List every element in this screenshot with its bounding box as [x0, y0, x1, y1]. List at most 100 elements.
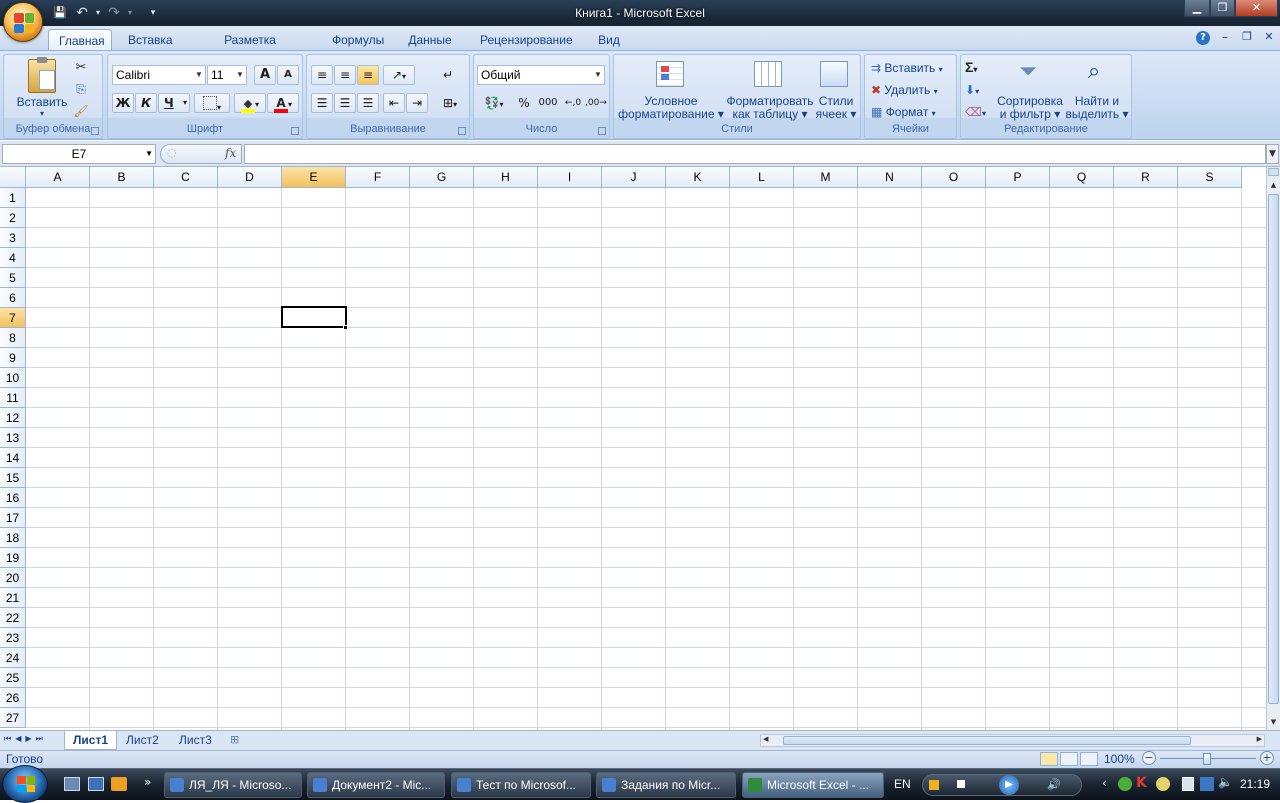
font-name-combo[interactable]: Calibri ▼: [112, 65, 206, 85]
row-header-7[interactable]: 7: [0, 308, 26, 328]
paste-dropdown-icon[interactable]: ▾: [36, 109, 48, 118]
sheet-tab[interactable]: Лист1: [64, 731, 118, 750]
column-header-j[interactable]: J: [602, 167, 666, 188]
column-header-c[interactable]: C: [154, 167, 218, 188]
orientation-button[interactable]: ↗▾: [383, 65, 415, 85]
page-break-view-icon[interactable]: [1080, 752, 1098, 766]
column-header-o[interactable]: O: [922, 167, 986, 188]
expand-formula-icon[interactable]: ▼: [1266, 144, 1279, 164]
row-header-6[interactable]: 6: [0, 288, 26, 308]
scroll-right-icon[interactable]: ▶: [1257, 735, 1262, 743]
insert-cells-button[interactable]: ⇉ Вставить ▾: [871, 61, 955, 75]
align-center-button[interactable]: ☰: [334, 93, 356, 113]
format-painter-icon[interactable]: 🖌: [73, 104, 89, 120]
format-cells-button[interactable]: ▦ Формат ▾: [871, 105, 955, 119]
grow-font-button[interactable]: A: [254, 65, 276, 85]
switch-windows-icon[interactable]: [88, 777, 104, 791]
row-header-24[interactable]: 24: [0, 648, 26, 668]
dialog-launcher-icon[interactable]: [458, 127, 466, 135]
row-header-12[interactable]: 12: [0, 408, 26, 428]
taskbar-item[interactable]: Документ2 - Mic...: [307, 772, 445, 798]
column-header-r[interactable]: R: [1114, 167, 1178, 188]
select-all-button[interactable]: [0, 167, 26, 188]
tab-home[interactable]: Главная: [48, 29, 112, 51]
tray-expand-icon[interactable]: ‹: [1102, 776, 1107, 790]
shrink-font-button[interactable]: A: [277, 65, 299, 85]
redo-dropdown-icon[interactable]: ▾: [122, 5, 138, 21]
scroll-thumb[interactable]: [1268, 194, 1279, 704]
format-as-table-button[interactable]: Форматировать как таблицу ▾: [726, 95, 814, 121]
tray-icon-device[interactable]: [1182, 777, 1194, 791]
undo-dropdown-icon[interactable]: ▾: [90, 5, 106, 21]
zoom-slider-thumb[interactable]: [1203, 753, 1211, 765]
sort-filter-button[interactable]: Сортировка и фильтр ▾: [995, 95, 1065, 121]
row-header-27[interactable]: 27: [0, 708, 26, 728]
borders-button[interactable]: ▾: [194, 93, 230, 113]
column-header-f[interactable]: F: [346, 167, 410, 188]
row-header-1[interactable]: 1: [0, 188, 26, 208]
cut-icon[interactable]: ✂: [73, 60, 89, 76]
scroll-up-icon[interactable]: ▲: [1268, 178, 1279, 192]
office-button[interactable]: [3, 2, 43, 42]
merge-center-button[interactable]: ⊞▾: [435, 93, 465, 113]
increase-decimal-button[interactable]: ←,0: [563, 93, 583, 113]
row-header-9[interactable]: 9: [0, 348, 26, 368]
column-header-g[interactable]: G: [410, 167, 474, 188]
zoom-level[interactable]: 100%: [1104, 752, 1135, 766]
column-header-p[interactable]: P: [986, 167, 1050, 188]
dialog-launcher-icon[interactable]: [598, 127, 606, 135]
normal-view-icon[interactable]: [1040, 752, 1058, 766]
row-header-22[interactable]: 22: [0, 608, 26, 628]
font-size-combo[interactable]: 11 ▼: [207, 65, 247, 85]
doc-minimize-button[interactable]: –: [1218, 30, 1232, 44]
restore-button[interactable]: ❐: [1210, 0, 1235, 17]
language-indicator[interactable]: EN: [894, 777, 911, 791]
taskbar-item[interactable]: Тест по Microsof...: [451, 772, 591, 798]
percent-button[interactable]: %: [513, 93, 535, 113]
find-select-button[interactable]: Найти и выделить ▾: [1065, 95, 1129, 121]
increase-indent-button[interactable]: ⇥: [406, 93, 428, 113]
taskbar-item[interactable]: Задания по Micr...: [596, 772, 736, 798]
quicklaunch-more[interactable]: »: [144, 775, 151, 789]
paste-button[interactable]: Вставить: [12, 95, 72, 109]
save-icon[interactable]: 💾: [52, 5, 68, 21]
play-icon[interactable]: ▶: [999, 775, 1019, 795]
row-header-13[interactable]: 13: [0, 428, 26, 448]
sheet-nav-icons[interactable]: ⏮◀▶⏭: [4, 734, 47, 744]
undo-icon[interactable]: ↶: [74, 5, 90, 21]
align-middle-button[interactable]: ≡: [334, 65, 356, 85]
delete-cells-button[interactable]: ✖ Удалить ▾: [871, 83, 955, 97]
italic-button[interactable]: К: [135, 93, 157, 113]
split-handle[interactable]: [1268, 168, 1279, 176]
row-header-20[interactable]: 20: [0, 568, 26, 588]
row-header-4[interactable]: 4: [0, 248, 26, 268]
number-format-combo[interactable]: Общий ▼: [477, 65, 605, 85]
doc-close-button[interactable]: ✕: [1262, 30, 1276, 43]
worksheet-grid[interactable]: ABCDEFGHIJKLMNOPQRS 1 2 3 4 5 6 7 8 9 10 11 12 13 14 1…: [0, 167, 1266, 730]
hscroll-thumb[interactable]: [783, 736, 1191, 745]
row-header-3[interactable]: 3: [0, 228, 26, 248]
column-header-d[interactable]: D: [218, 167, 282, 188]
active-cell[interactable]: [281, 306, 347, 328]
column-header-q[interactable]: Q: [1050, 167, 1114, 188]
name-box[interactable]: E7 ▼: [2, 144, 156, 164]
show-desktop-icon[interactable]: [64, 777, 80, 791]
row-header-17[interactable]: 17: [0, 508, 26, 528]
tray-icon-yellow[interactable]: [1156, 777, 1170, 791]
volume-icon[interactable]: 🔊: [1047, 778, 1061, 791]
network-icon[interactable]: [1200, 777, 1214, 791]
tab-formulas[interactable]: Формулы: [322, 29, 388, 51]
row-header-10[interactable]: 10: [0, 368, 26, 388]
antivirus-icon[interactable]: K: [1136, 775, 1147, 791]
fill-handle[interactable]: [343, 325, 348, 330]
font-color-button[interactable]: A ▾: [267, 93, 299, 113]
row-header-18[interactable]: 18: [0, 528, 26, 548]
scroll-left-icon[interactable]: ◀: [763, 735, 768, 743]
horizontal-scrollbar[interactable]: ◀ ▶: [760, 734, 1265, 747]
help-icon[interactable]: ?: [1196, 31, 1210, 45]
dialog-launcher-icon[interactable]: [91, 127, 99, 135]
row-header-21[interactable]: 21: [0, 588, 26, 608]
column-header-h[interactable]: H: [474, 167, 538, 188]
qat-customize-icon[interactable]: ▾: [145, 5, 161, 21]
media-icon[interactable]: [929, 780, 939, 790]
